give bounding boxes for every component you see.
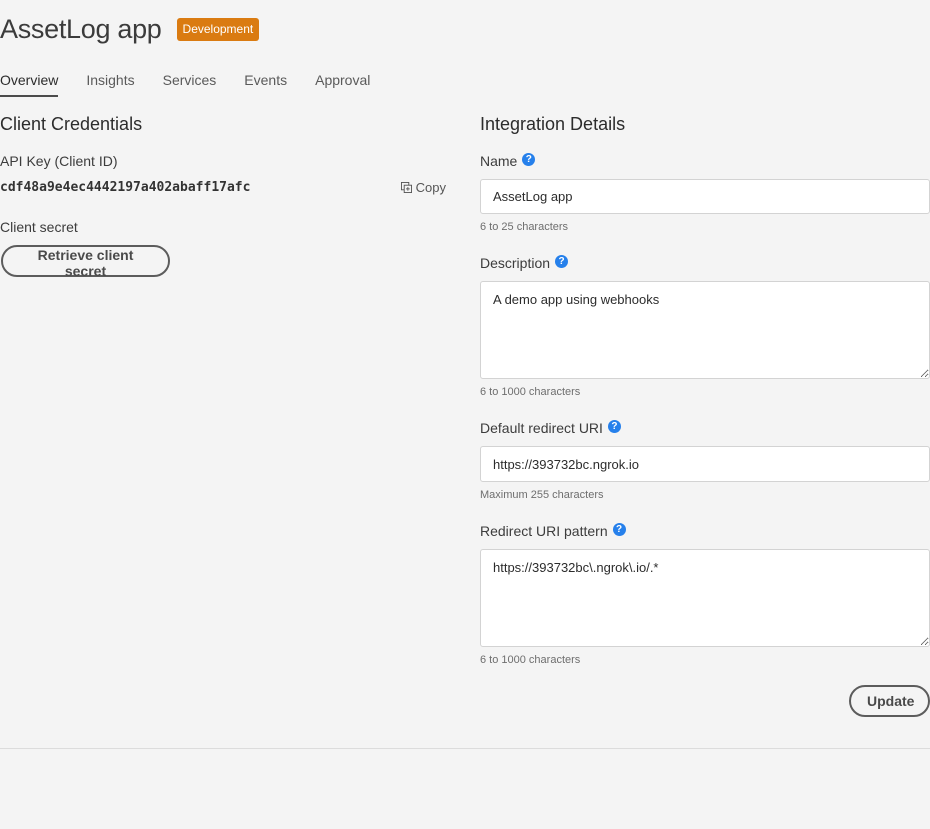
name-hint: 6 to 25 characters bbox=[480, 221, 569, 233]
integration-details-title: Integration Details bbox=[480, 114, 626, 134]
tab-events[interactable]: Events bbox=[244, 72, 287, 97]
copy-icon bbox=[400, 182, 412, 193]
footer-divider bbox=[0, 748, 930, 749]
help-icon[interactable]: ? bbox=[612, 522, 626, 536]
client-credentials-section: Client Credentials API Key (Client ID) c… bbox=[0, 114, 450, 279]
description-field-label: Description ? bbox=[480, 254, 569, 271]
app-overview-page: AssetLog app Development Overview Insigh… bbox=[0, 0, 930, 829]
integration-details-section: Integration Details Name ? 6 to 25 chara… bbox=[480, 114, 930, 717]
help-icon[interactable]: ? bbox=[607, 419, 621, 433]
environment-badge: Development bbox=[176, 18, 260, 41]
redirect-pattern-label: Redirect URI pattern bbox=[480, 523, 608, 539]
description-label: Description bbox=[480, 255, 551, 271]
name-label: Name bbox=[480, 153, 518, 169]
redirect-uri-input[interactable] bbox=[480, 446, 930, 482]
redirect-pattern-field-label: Redirect URI pattern ? bbox=[480, 522, 626, 539]
help-icon[interactable]: ? bbox=[555, 254, 569, 268]
redirect-pattern-textarea[interactable]: https://393732bc\.ngrok\.io/.* bbox=[480, 549, 930, 647]
name-field-label: Name ? bbox=[480, 152, 536, 169]
redirect-pattern-hint: 6 to 1000 characters bbox=[480, 654, 581, 666]
name-input[interactable] bbox=[480, 179, 930, 214]
retrieve-client-secret-button[interactable]: Retrieve client secret bbox=[1, 245, 170, 279]
tab-overview[interactable]: Overview bbox=[0, 72, 59, 97]
description-textarea[interactable]: A demo app using webhooks bbox=[480, 281, 930, 379]
tab-insights[interactable]: Insights bbox=[86, 72, 134, 97]
app-header: AssetLog app Development bbox=[0, 14, 260, 45]
copy-label: Copy bbox=[415, 180, 446, 195]
tab-bar: Overview Insights Services Events Approv… bbox=[0, 72, 398, 97]
update-button[interactable]: Update bbox=[849, 685, 930, 717]
copy-button[interactable]: Copy bbox=[400, 180, 446, 195]
app-title: AssetLog app bbox=[0, 14, 162, 44]
client-secret-label: Client secret bbox=[0, 219, 78, 235]
client-credentials-title: Client Credentials bbox=[0, 114, 143, 134]
redirect-uri-field-label: Default redirect URI ? bbox=[480, 419, 621, 436]
help-icon[interactable]: ? bbox=[522, 152, 536, 166]
api-key-label: API Key (Client ID) bbox=[0, 153, 118, 169]
tab-services[interactable]: Services bbox=[163, 72, 217, 97]
redirect-uri-label: Default redirect URI bbox=[480, 420, 603, 436]
tab-approval[interactable]: Approval bbox=[315, 72, 370, 97]
api-key-value: cdf48a9e4ec4442197a402abaff17afc bbox=[0, 180, 251, 195]
redirect-uri-hint: Maximum 255 characters bbox=[480, 489, 604, 501]
api-key-row: cdf48a9e4ec4442197a402abaff17afc Copy bbox=[0, 180, 446, 195]
description-hint: 6 to 1000 characters bbox=[480, 386, 581, 398]
